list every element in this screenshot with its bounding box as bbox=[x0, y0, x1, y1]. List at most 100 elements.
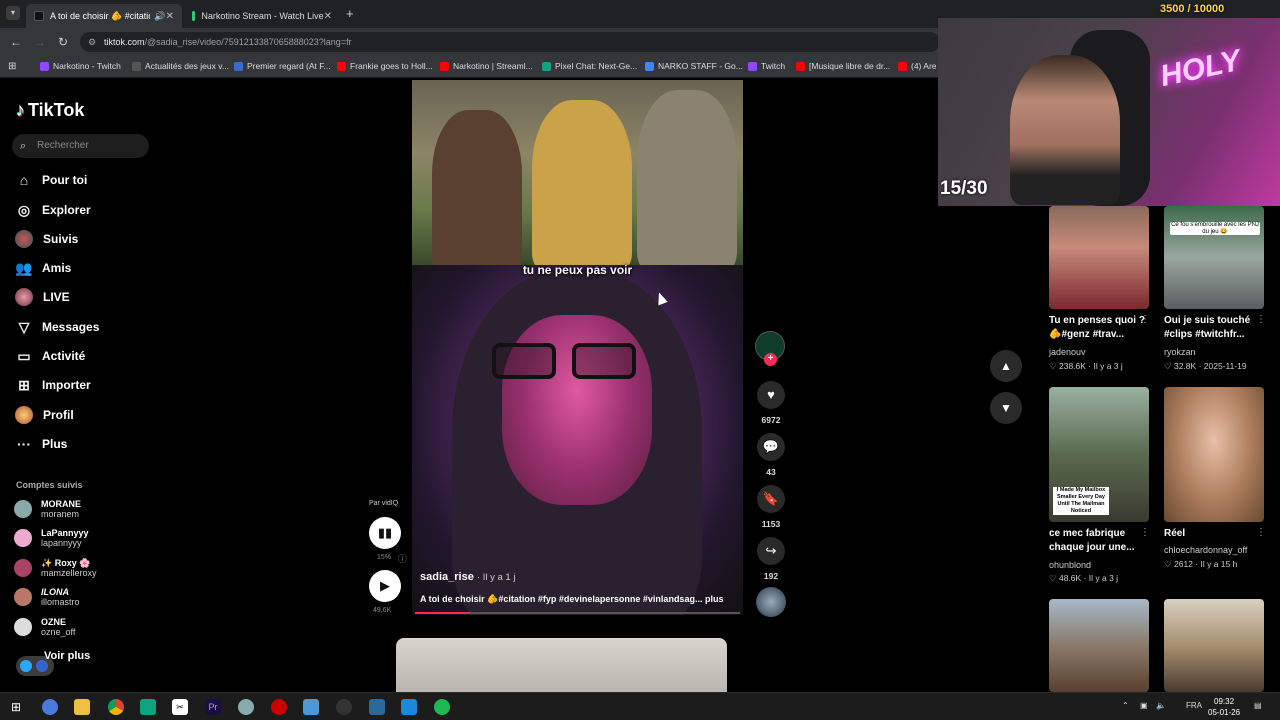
nav-amis[interactable]: 👥 Amis bbox=[14, 257, 71, 279]
search-input[interactable]: ⌕ Rechercher bbox=[12, 134, 149, 158]
chat-icon bbox=[542, 61, 551, 71]
bookmark-item[interactable]: (4) Are bbox=[898, 61, 937, 71]
bookmark-button[interactable]: 🔖 bbox=[757, 485, 785, 513]
next-video-button[interactable]: ▼ bbox=[990, 392, 1022, 424]
url-field[interactable]: ⚙ tiktok.com/@sadia_rise/video/759121338… bbox=[80, 32, 940, 52]
premiere-icon[interactable]: Pr bbox=[205, 699, 221, 715]
tiktok-logo[interactable]: ♪ TikTok bbox=[16, 100, 84, 121]
back-arrow-icon[interactable]: ← bbox=[10, 35, 22, 49]
followed-account[interactable]: ✨ Roxy 🌸 mamzelleroxy bbox=[14, 555, 97, 581]
app-icon[interactable] bbox=[401, 699, 417, 715]
spotify-icon[interactable] bbox=[434, 699, 450, 715]
recommendation-thumbnail[interactable] bbox=[1164, 387, 1264, 522]
followed-account[interactable]: LaPannyyy lapannyyy bbox=[14, 525, 89, 551]
capcut-icon[interactable]: ✂ bbox=[172, 699, 188, 715]
url-host: tiktok.com bbox=[104, 37, 145, 47]
recommendation-meta: ♡ 2612 · Il y a 15 h bbox=[1164, 559, 1238, 569]
comment-button[interactable]: 💬 bbox=[757, 433, 785, 461]
language-indicator[interactable]: FRA bbox=[1186, 701, 1202, 710]
bookmark-item[interactable]: Twitch bbox=[748, 61, 785, 71]
network-icon[interactable]: ▣ bbox=[1140, 701, 1148, 710]
new-tab-plus-icon[interactable]: + bbox=[346, 6, 354, 21]
reload-icon[interactable]: ↻ bbox=[58, 35, 68, 49]
followed-account[interactable]: MORANE moranem bbox=[14, 496, 81, 522]
next-video-preview[interactable] bbox=[396, 638, 727, 694]
browser-tab-tiktok[interactable]: A toi de choisir 🫵 #citation 🔊 ✕ bbox=[26, 4, 182, 28]
recommendation-thumbnail[interactable] bbox=[1049, 599, 1149, 692]
video-progress-bar[interactable] bbox=[415, 612, 740, 614]
recommendation-author[interactable]: chloechardonnay_off bbox=[1164, 545, 1247, 555]
recommendation-author[interactable]: jadenouv bbox=[1049, 347, 1086, 357]
views-count: 49,6K bbox=[373, 607, 392, 614]
more-options-icon[interactable]: ⋮ bbox=[1140, 527, 1150, 538]
browser-tab-stream[interactable]: Narkotino Stream - Watch Live ✕ bbox=[184, 4, 340, 28]
more-link[interactable]: plus bbox=[705, 594, 724, 604]
bookmark-item[interactable]: [Musique libre de dr... bbox=[796, 61, 890, 71]
recommendation-thumbnail[interactable] bbox=[1049, 206, 1149, 309]
docs-icon bbox=[645, 61, 654, 71]
forward-arrow-icon[interactable]: → bbox=[34, 35, 46, 49]
folder-icon[interactable] bbox=[74, 699, 90, 715]
play-button[interactable]: ▶ bbox=[369, 570, 401, 602]
bookmark-item[interactable]: Narkotino - Twitch bbox=[40, 61, 121, 71]
video-author[interactable]: sadia_rise · Il y a 1 j bbox=[420, 571, 515, 583]
see-more-link[interactable]: Voir plus bbox=[44, 650, 90, 662]
bookmark-item[interactable]: Actualités des jeux v... bbox=[132, 61, 229, 71]
video-player[interactable] bbox=[412, 265, 743, 615]
stats-chart-button[interactable]: ▮▮ bbox=[369, 517, 401, 549]
app-icon[interactable] bbox=[303, 699, 319, 715]
app-icon[interactable] bbox=[42, 699, 58, 715]
speaker-icon[interactable]: 🔊 bbox=[154, 11, 165, 22]
recommendation-thumbnail[interactable]: I Made My Mailbox Smaller Every Day Unti… bbox=[1049, 387, 1149, 522]
nav-explorer[interactable]: ◎ Explorer bbox=[14, 199, 91, 221]
nav-profil[interactable]: Profil bbox=[14, 404, 74, 426]
nav-messages[interactable]: ▽ Messages bbox=[14, 316, 100, 338]
character-figure bbox=[432, 110, 522, 265]
app-icon[interactable] bbox=[238, 699, 254, 715]
chrome-icon[interactable] bbox=[108, 699, 124, 715]
share-button[interactable]: ↪ bbox=[757, 537, 785, 565]
recommendation-author[interactable]: ryokzan bbox=[1164, 347, 1196, 357]
page-icon bbox=[132, 61, 141, 71]
tab-search-button[interactable]: ▾ bbox=[6, 6, 20, 20]
recommendation-thumbnail[interactable] bbox=[1164, 599, 1264, 692]
bookmark-item[interactable]: Premier regard (At F... bbox=[234, 61, 331, 71]
recommendation-thumbnail[interactable]: Ce fou s'embrouille avec les PNJ du jeu … bbox=[1164, 206, 1264, 309]
nav-live[interactable]: LIVE bbox=[14, 286, 70, 308]
bookmark-item[interactable]: NARKO STAFF - Go... bbox=[645, 61, 743, 71]
volume-icon[interactable]: 🔈 bbox=[1156, 701, 1166, 710]
followed-account[interactable]: ILONA illomastro bbox=[14, 584, 80, 610]
obs-icon[interactable] bbox=[336, 699, 352, 715]
info-icon[interactable]: ⓘ bbox=[398, 552, 407, 565]
notification-icon[interactable]: ▤ bbox=[1254, 701, 1262, 710]
more-options-icon[interactable]: ⋮ bbox=[1140, 314, 1150, 325]
more-options-icon[interactable]: ⋮ bbox=[1256, 314, 1266, 325]
followed-account[interactable]: OZNE ozne_off bbox=[14, 614, 75, 640]
vidiq-label: Par vidIQ bbox=[369, 500, 399, 507]
nav-importer[interactable]: ⊞ Importer bbox=[14, 374, 91, 396]
follow-plus-icon[interactable]: + bbox=[764, 353, 777, 366]
recommendation-author[interactable]: ohunblond bbox=[1049, 560, 1091, 570]
chatgpt-icon[interactable] bbox=[140, 699, 156, 715]
nav-suivis[interactable]: Suivis bbox=[14, 228, 78, 250]
site-info-icon[interactable]: ⚙ bbox=[88, 32, 96, 52]
nav-pour-toi[interactable]: ⌂ Pour toi bbox=[14, 169, 88, 191]
close-tab-icon[interactable]: ✕ bbox=[324, 11, 332, 22]
bookmark-item[interactable]: Frankie goes to Holl... bbox=[337, 61, 433, 71]
bookmark-item[interactable]: Narkotino | Streaml... bbox=[440, 61, 533, 71]
like-button[interactable]: ♥ bbox=[757, 381, 785, 409]
youtube-icon bbox=[898, 61, 907, 71]
tray-chevron-icon[interactable]: ⌃ bbox=[1122, 701, 1129, 710]
opera-icon[interactable] bbox=[271, 699, 287, 715]
apps-grid-icon[interactable]: ⊞ bbox=[8, 61, 16, 72]
previous-video-button[interactable]: ▲ bbox=[990, 350, 1022, 382]
nav-activite[interactable]: ▭ Activité bbox=[14, 345, 85, 367]
bookmark-item[interactable]: Pixel Chat: Next-Ge... bbox=[542, 61, 637, 71]
taskbar-clock[interactable]: 09:32 05-01-26 bbox=[1208, 696, 1240, 718]
more-options-icon[interactable]: ⋮ bbox=[1256, 527, 1266, 538]
calculator-icon[interactable] bbox=[369, 699, 385, 715]
nav-plus[interactable]: ··· Plus bbox=[14, 433, 67, 455]
close-tab-icon[interactable]: ✕ bbox=[166, 11, 174, 22]
windows-start-icon[interactable]: ⊞ bbox=[8, 699, 24, 715]
music-disc-icon[interactable] bbox=[756, 587, 786, 617]
